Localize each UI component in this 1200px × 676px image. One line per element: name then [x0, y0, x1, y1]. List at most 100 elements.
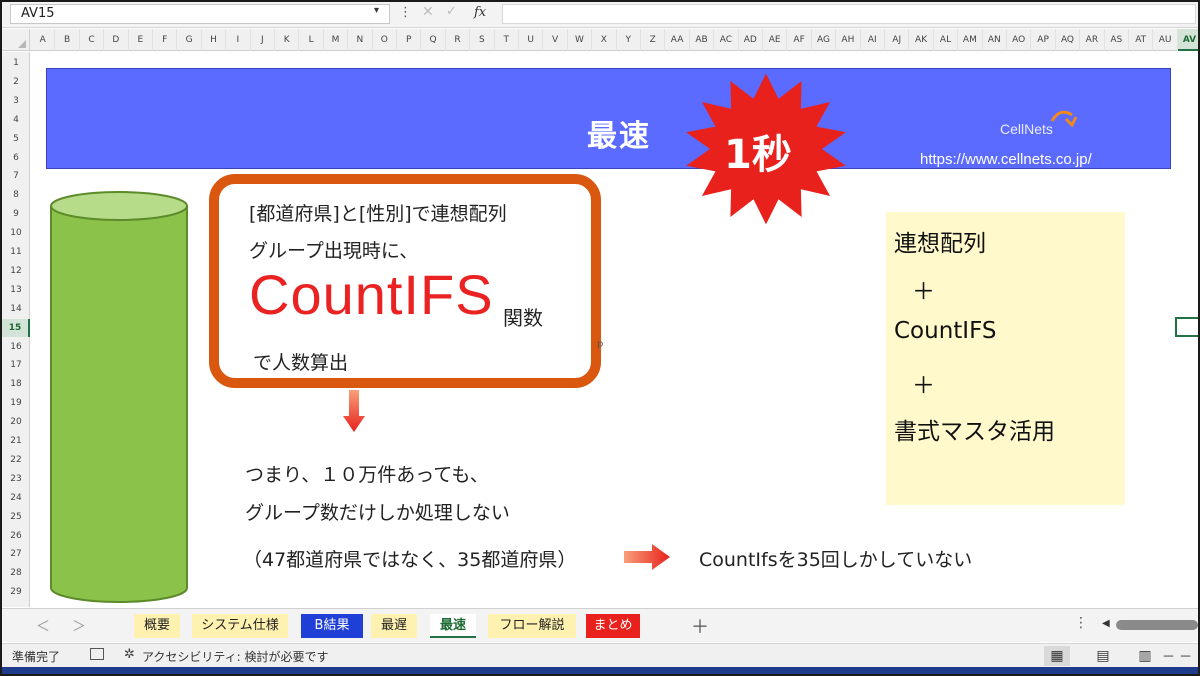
column-header-an[interactable]: AN [983, 29, 1007, 51]
accessibility-status[interactable]: アクセシビリティ: 検討が必要です [142, 648, 329, 665]
column-header-ae[interactable]: AE [763, 29, 788, 51]
row-header-1[interactable]: 1 [2, 54, 30, 73]
row-header-15[interactable]: 15 [2, 318, 30, 338]
row-header-26[interactable]: 26 [2, 527, 30, 546]
column-header-au[interactable]: AU [1153, 29, 1178, 51]
insert-function-button[interactable]: fx [474, 5, 486, 20]
macro-record-icon[interactable] [90, 648, 104, 660]
row-header-7[interactable]: 7 [2, 167, 30, 186]
normal-view-icon[interactable]: ▦ [1044, 646, 1070, 666]
column-header-o[interactable]: O [373, 29, 397, 51]
select-all-corner[interactable] [2, 29, 30, 51]
column-header-ao[interactable]: AO [1007, 29, 1032, 51]
row-header-29[interactable]: 29 [2, 583, 30, 602]
row-header-9[interactable]: 9 [2, 205, 30, 224]
row-header-25[interactable]: 25 [2, 508, 30, 527]
column-header-s[interactable]: S [470, 29, 495, 51]
column-header-v[interactable]: V [543, 29, 568, 51]
row-header-14[interactable]: 14 [2, 300, 30, 319]
column-header-g[interactable]: G [177, 29, 202, 51]
add-sheet-button[interactable]: ＋ [691, 613, 709, 639]
column-header-ai[interactable]: AI [861, 29, 885, 51]
page-layout-view-icon[interactable]: ▤ [1090, 646, 1116, 666]
column-header-d[interactable]: D [104, 29, 129, 51]
sheet-tab-1[interactable]: 概要 [134, 614, 180, 638]
cancel-icon[interactable]: ✕ [422, 4, 434, 20]
column-header-h[interactable]: H [202, 29, 227, 51]
horizontal-scrollbar[interactable] [1116, 620, 1198, 630]
row-header-18[interactable]: 18 [2, 375, 30, 394]
page-break-view-icon[interactable]: ▥ [1132, 646, 1158, 666]
column-header-ah[interactable]: AH [836, 29, 861, 51]
column-header-i[interactable]: I [226, 29, 251, 51]
column-header-f[interactable]: F [153, 29, 178, 51]
row-header-28[interactable]: 28 [2, 564, 30, 583]
row-header-6[interactable]: 6 [2, 149, 30, 168]
row-header-20[interactable]: 20 [2, 413, 30, 432]
column-header-l[interactable]: L [299, 29, 324, 51]
sheet-tab-5[interactable]: 最速 [430, 614, 476, 638]
row-header-21[interactable]: 21 [2, 432, 30, 451]
sheet-tab-2[interactable]: システム仕様 [192, 614, 288, 638]
column-header-q[interactable]: Q [421, 29, 446, 51]
column-header-x[interactable]: X [592, 29, 617, 51]
column-header-ak[interactable]: AK [909, 29, 934, 51]
column-header-ap[interactable]: AP [1031, 29, 1056, 51]
sheet-tab-3[interactable]: B結果 [301, 614, 363, 638]
column-header-u[interactable]: U [519, 29, 544, 51]
sheet-tab-7[interactable]: まとめ [586, 614, 640, 638]
column-header-al[interactable]: AL [934, 29, 959, 51]
sheet-grid[interactable]: 最速 CellNets https://www.cellnets.co.jp/ … [31, 52, 1198, 607]
tab-scroll-next-icon[interactable]: ＞ [72, 616, 86, 636]
sheet-tab-6[interactable]: フロー解説 [488, 614, 576, 638]
column-header-ag[interactable]: AG [812, 29, 837, 51]
column-header-av[interactable]: AV [1177, 29, 1198, 51]
column-header-ab[interactable]: AB [690, 29, 715, 51]
column-header-at[interactable]: AT [1129, 29, 1154, 51]
column-header-e[interactable]: E [129, 29, 153, 51]
column-header-j[interactable]: J [251, 29, 275, 51]
more-icon[interactable]: ⋮ [1074, 615, 1088, 631]
column-header-aj[interactable]: AJ [885, 29, 910, 51]
column-header-as[interactable]: AS [1105, 29, 1129, 51]
sheet-tab-4[interactable]: 最遅 [371, 614, 417, 638]
column-header-af[interactable]: AF [787, 29, 812, 51]
scroll-left-icon[interactable]: ◀ [1102, 618, 1110, 629]
column-header-z[interactable]: Z [641, 29, 666, 51]
column-header-m[interactable]: M [324, 29, 349, 51]
row-header-12[interactable]: 12 [2, 262, 30, 281]
row-header-5[interactable]: 5 [2, 130, 30, 149]
column-header-r[interactable]: R [446, 29, 471, 51]
column-header-aq[interactable]: AQ [1056, 29, 1081, 51]
column-header-c[interactable]: C [80, 29, 105, 51]
check-icon[interactable]: ✓ [446, 4, 457, 19]
row-header-19[interactable]: 19 [2, 394, 30, 413]
row-header-23[interactable]: 23 [2, 470, 30, 489]
column-header-aa[interactable]: AA [665, 29, 690, 51]
more-icon[interactable]: ⋮ [399, 5, 412, 20]
zoom-slider[interactable]: － － [1162, 646, 1192, 665]
column-header-a[interactable]: A [31, 29, 56, 51]
chevron-down-icon[interactable]: ▾ [374, 5, 379, 16]
column-header-k[interactable]: K [275, 29, 300, 51]
row-header-16[interactable]: 16 [2, 338, 30, 357]
row-header-4[interactable]: 4 [2, 111, 30, 130]
row-header-3[interactable]: 3 [2, 92, 30, 111]
name-box[interactable]: AV15 [10, 4, 390, 24]
column-header-ac[interactable]: AC [714, 29, 739, 51]
row-header-2[interactable]: 2 [2, 73, 30, 92]
row-header-8[interactable]: 8 [2, 186, 30, 205]
tab-scroll-prev-icon[interactable]: ＜ [36, 616, 50, 636]
row-header-27[interactable]: 27 [2, 545, 30, 564]
column-header-am[interactable]: AM [958, 29, 983, 51]
row-header-13[interactable]: 13 [2, 281, 30, 300]
row-header-10[interactable]: 10 [2, 224, 30, 243]
row-header-11[interactable]: 11 [2, 243, 30, 262]
active-cell[interactable] [1175, 317, 1198, 337]
column-header-y[interactable]: Y [617, 29, 641, 51]
column-header-w[interactable]: W [568, 29, 593, 51]
column-header-ar[interactable]: AR [1080, 29, 1105, 51]
row-header-17[interactable]: 17 [2, 356, 30, 375]
column-header-t[interactable]: T [495, 29, 519, 51]
column-header-ad[interactable]: AD [739, 29, 763, 51]
